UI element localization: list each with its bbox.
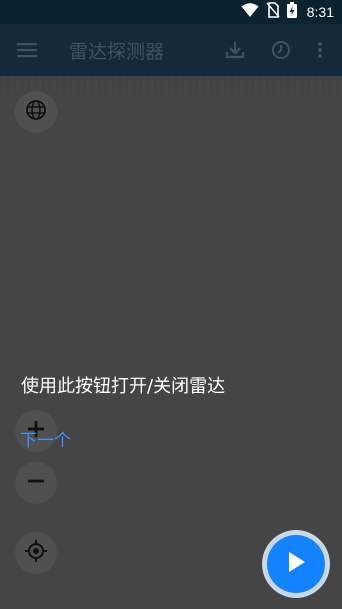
globe-icon — [25, 99, 47, 125]
map-overlay-noise — [0, 76, 342, 94]
more-vert-icon[interactable] — [312, 39, 328, 61]
radar-toggle-highlight — [262, 530, 330, 598]
radar-toggle-button[interactable] — [267, 535, 325, 593]
menu-icon[interactable] — [16, 40, 38, 60]
no-sim-icon — [266, 2, 280, 22]
zoom-out-button[interactable] — [15, 462, 57, 504]
map-layer-button[interactable] — [15, 91, 57, 133]
tutorial-hint-text: 使用此按钮打开/关闭雷达 — [21, 376, 226, 397]
clock-icon[interactable] — [270, 39, 292, 61]
tutorial-next-link[interactable]: 下一个 — [20, 426, 71, 451]
app-bar: 雷达探测器 — [0, 24, 342, 76]
status-time: 8:31 — [306, 4, 334, 20]
crosshair-icon — [24, 539, 48, 567]
wifi-icon — [241, 2, 259, 22]
status-bar: 8:31 — [0, 0, 342, 24]
status-icons: 8:31 — [241, 2, 334, 22]
minus-icon — [27, 472, 45, 494]
play-icon — [285, 550, 307, 578]
app-title: 雷达探测器 — [69, 41, 165, 63]
locate-button[interactable] — [15, 532, 57, 574]
download-icon[interactable] — [224, 39, 246, 61]
battery-charging-icon — [286, 2, 297, 22]
